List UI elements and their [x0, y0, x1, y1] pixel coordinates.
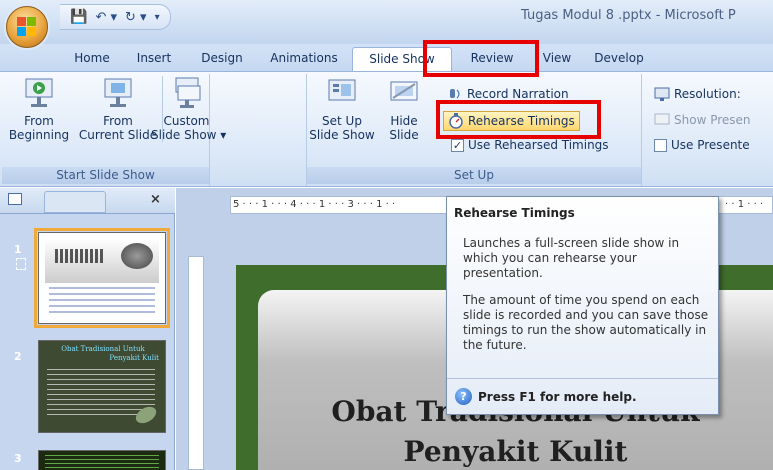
slide-number-2: 2	[14, 350, 22, 363]
custom-label-1: Custom	[163, 114, 210, 128]
slide-thumbnail-3[interactable]	[38, 450, 166, 470]
use-presenter-label: Use Presente	[671, 138, 750, 152]
rehearse-timings-tooltip: Rehearse Timings Launches a full-screen …	[446, 196, 719, 415]
use-rehearsed-timings-checkbox[interactable]: ✓ Use Rehearsed Timings	[451, 138, 609, 152]
close-panel-icon[interactable]: ×	[150, 192, 161, 207]
projector-play-icon	[22, 76, 56, 110]
tab-animations[interactable]: Animations	[256, 47, 352, 71]
slide-number-1: 1	[14, 243, 22, 256]
hide-label-1: Hide	[390, 114, 418, 128]
group-monitors: Resolution: Show Presen Use Presente	[644, 74, 773, 186]
undo-icon[interactable]: ↶ ▾	[95, 10, 117, 25]
slides-tab-icon[interactable]	[8, 193, 22, 205]
custom-show-icon	[170, 76, 204, 110]
from-current-label-2: Current Slide	[78, 128, 158, 142]
tooltip-para-2: The amount of time you spend on each sli…	[463, 293, 709, 352]
from-current-label-1: From	[103, 114, 133, 128]
setup-label-2: Slide Show	[309, 128, 375, 142]
slide-thumbnail-1[interactable]	[34, 228, 170, 328]
highlight-slide-show-tab	[423, 40, 539, 77]
thumb2-title-line2: Penyakit Kulit	[109, 354, 159, 362]
hide-slide-icon	[387, 76, 421, 110]
from-beginning-label-1: From	[24, 114, 54, 128]
quick-access-toolbar: 💾 ↶ ▾ ↻ ▾ ▾	[60, 4, 171, 30]
ruler-marks-left: 5 · · · 1 · · · 4 · · · 1 · · · 3 · · · …	[233, 199, 396, 210]
redo-icon[interactable]: ↻ ▾	[125, 10, 147, 25]
custom-label-2: Slide Show ▾	[151, 128, 227, 142]
hide-slide-button[interactable]: Hide Slide	[375, 76, 433, 142]
tooltip-para-1: Launches a full-screen slide show in whi…	[463, 236, 680, 280]
setup-show-icon	[325, 76, 359, 110]
thumb2-title: Obat Tradisional Untuk Penyakit Kulit	[47, 345, 159, 363]
thumb2-title-line1: Obat Tradisional Untuk	[61, 345, 145, 353]
ribbon-tabs: Home Insert Design Animations Slide Show…	[64, 47, 656, 71]
outline-tab-icon[interactable]	[44, 191, 106, 213]
from-current-slide-button[interactable]: From Current Slide	[74, 76, 162, 142]
record-narration-label: Record Narration	[467, 87, 569, 101]
from-beginning-button[interactable]: From Beginning	[6, 76, 72, 142]
animation-star-icon	[16, 258, 26, 270]
use-rehearsed-timings-label: Use Rehearsed Timings	[468, 138, 609, 152]
hide-label-2: Slide	[389, 128, 419, 142]
window-title: Tugas Modul 8 .pptx - Microsoft P	[521, 8, 736, 23]
thumb1-body-text	[49, 287, 155, 317]
thumb1-image	[121, 243, 153, 269]
customize-qat-icon[interactable]: ▾	[155, 12, 160, 23]
checkbox-empty-icon	[654, 138, 667, 152]
projector-icon	[101, 76, 135, 110]
office-button[interactable]	[6, 6, 48, 48]
tooltip-title: Rehearse Timings	[454, 206, 575, 220]
slide-thumbnail-2[interactable]: Obat Tradisional Untuk Penyakit Kulit	[38, 340, 166, 433]
tab-design[interactable]: Design	[188, 47, 256, 71]
checkbox-checked-icon: ✓	[451, 138, 464, 152]
highlight-rehearse-timings	[436, 100, 601, 139]
tooltip-body: Launches a full-screen slide show in whi…	[463, 236, 713, 365]
custom-slide-show-button[interactable]: Custom Slide Show ▾	[151, 76, 226, 142]
tooltip-help-text: Press F1 for more help.	[478, 389, 637, 404]
show-presentation-on[interactable]: Show Presen	[654, 112, 751, 128]
group-label-set-up: Set Up	[307, 167, 641, 184]
resolution-label: Resolution:	[674, 87, 741, 101]
group-label-start-slide-show: Start Slide Show	[2, 167, 209, 184]
group-start-slide-show: From Beginning From Current Slide Custom…	[2, 74, 226, 186]
save-icon[interactable]: 💾	[70, 9, 87, 25]
resolution-control[interactable]: Resolution:	[654, 86, 741, 102]
monitor-disabled-icon	[654, 112, 670, 128]
setup-label-1: Set Up	[322, 114, 362, 128]
title-bar: 💾 ↶ ▾ ↻ ▾ ▾ Tugas Modul 8 .pptx - Micros…	[0, 0, 773, 48]
from-beginning-label-2: Beginning	[8, 128, 70, 142]
use-presenter-view-checkbox[interactable]: Use Presente	[654, 138, 750, 152]
thumb1-title-area	[45, 239, 159, 283]
panel-tabs: ×	[0, 188, 175, 214]
slide-title-line2: Penyakit Kulit	[403, 435, 628, 468]
tab-view[interactable]: View	[532, 47, 582, 71]
slide-number-3: 3	[14, 452, 22, 465]
set-up-slide-show-button[interactable]: Set Up Slide Show	[309, 76, 375, 142]
thumb1-title-text	[55, 249, 105, 263]
office-logo-icon	[17, 17, 37, 37]
ribbon: From Beginning From Current Slide Custom…	[0, 71, 773, 187]
show-presentation-label: Show Presen	[674, 113, 751, 127]
help-icon: ?	[455, 388, 472, 405]
ruler-marks-right: · · 1 · · ·	[725, 199, 764, 210]
monitor-icon	[654, 86, 670, 102]
vertical-ruler	[188, 256, 204, 470]
tab-insert[interactable]: Insert	[120, 47, 188, 71]
tab-home[interactable]: Home	[64, 47, 120, 71]
thumb3-text	[45, 455, 159, 469]
tooltip-help-footer: ? Press F1 for more help.	[447, 378, 718, 414]
tab-developer[interactable]: Develop	[582, 47, 656, 71]
